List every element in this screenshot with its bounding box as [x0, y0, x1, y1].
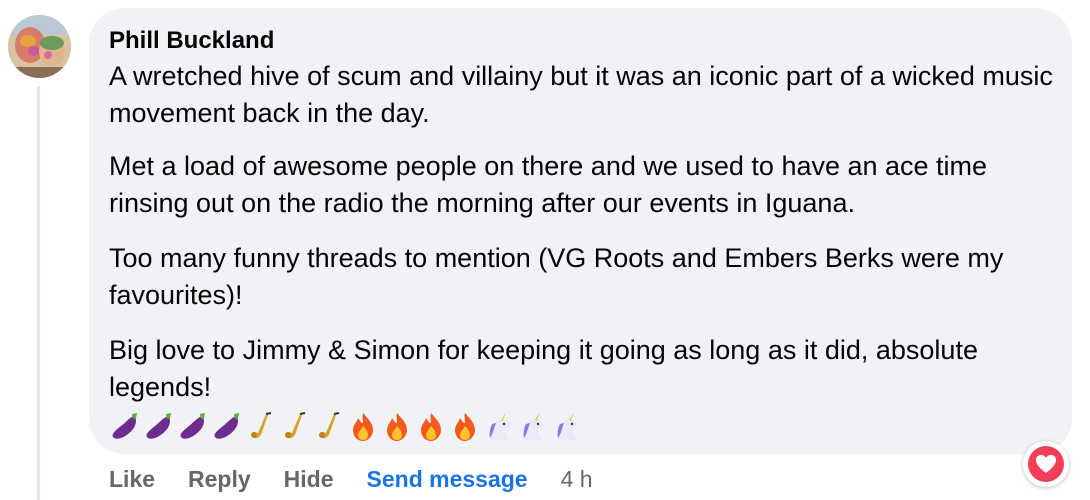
fire-icon — [387, 413, 407, 441]
avatar-photo-icon — [8, 15, 71, 78]
eggplant-icon — [214, 413, 239, 439]
unicorn-icon — [523, 412, 544, 440]
saxophone-icon — [251, 412, 272, 439]
eggplant-icon — [112, 413, 137, 439]
comment-paragraph: Too many funny threads to mention (VG Ro… — [109, 243, 1004, 310]
like-button[interactable]: Like — [109, 466, 155, 493]
saxophone-icon — [319, 412, 340, 439]
emoji-row — [108, 410, 584, 444]
comment-author[interactable]: Phill Buckland — [109, 26, 274, 56]
unicorn-icon — [489, 412, 510, 440]
eggplant-icon — [146, 413, 171, 439]
avatar[interactable] — [8, 15, 71, 78]
fire-icon — [455, 413, 475, 441]
reaction-badge[interactable] — [1023, 441, 1069, 487]
comment-actions: Like Reply Hide Send message 4 h — [109, 466, 593, 493]
reply-button[interactable]: Reply — [188, 466, 251, 493]
thread-line — [37, 86, 40, 500]
saxophone-icon — [285, 412, 306, 439]
fire-icon — [421, 413, 441, 441]
hide-button[interactable]: Hide — [284, 466, 334, 493]
eggplant-icon — [180, 413, 205, 439]
fire-icon — [353, 413, 373, 441]
comment-timestamp[interactable]: 4 h — [561, 466, 593, 493]
comment-paragraph: Big love to Jimmy & Simon for keeping it… — [109, 335, 978, 402]
comment-paragraph: Met a load of awesome people on there an… — [109, 151, 988, 218]
heart-icon — [1028, 446, 1064, 482]
unicorn-icon — [557, 412, 578, 440]
send-message-button[interactable]: Send message — [367, 466, 528, 493]
comment-paragraph: A wretched hive of scum and villainy but… — [109, 61, 1053, 128]
